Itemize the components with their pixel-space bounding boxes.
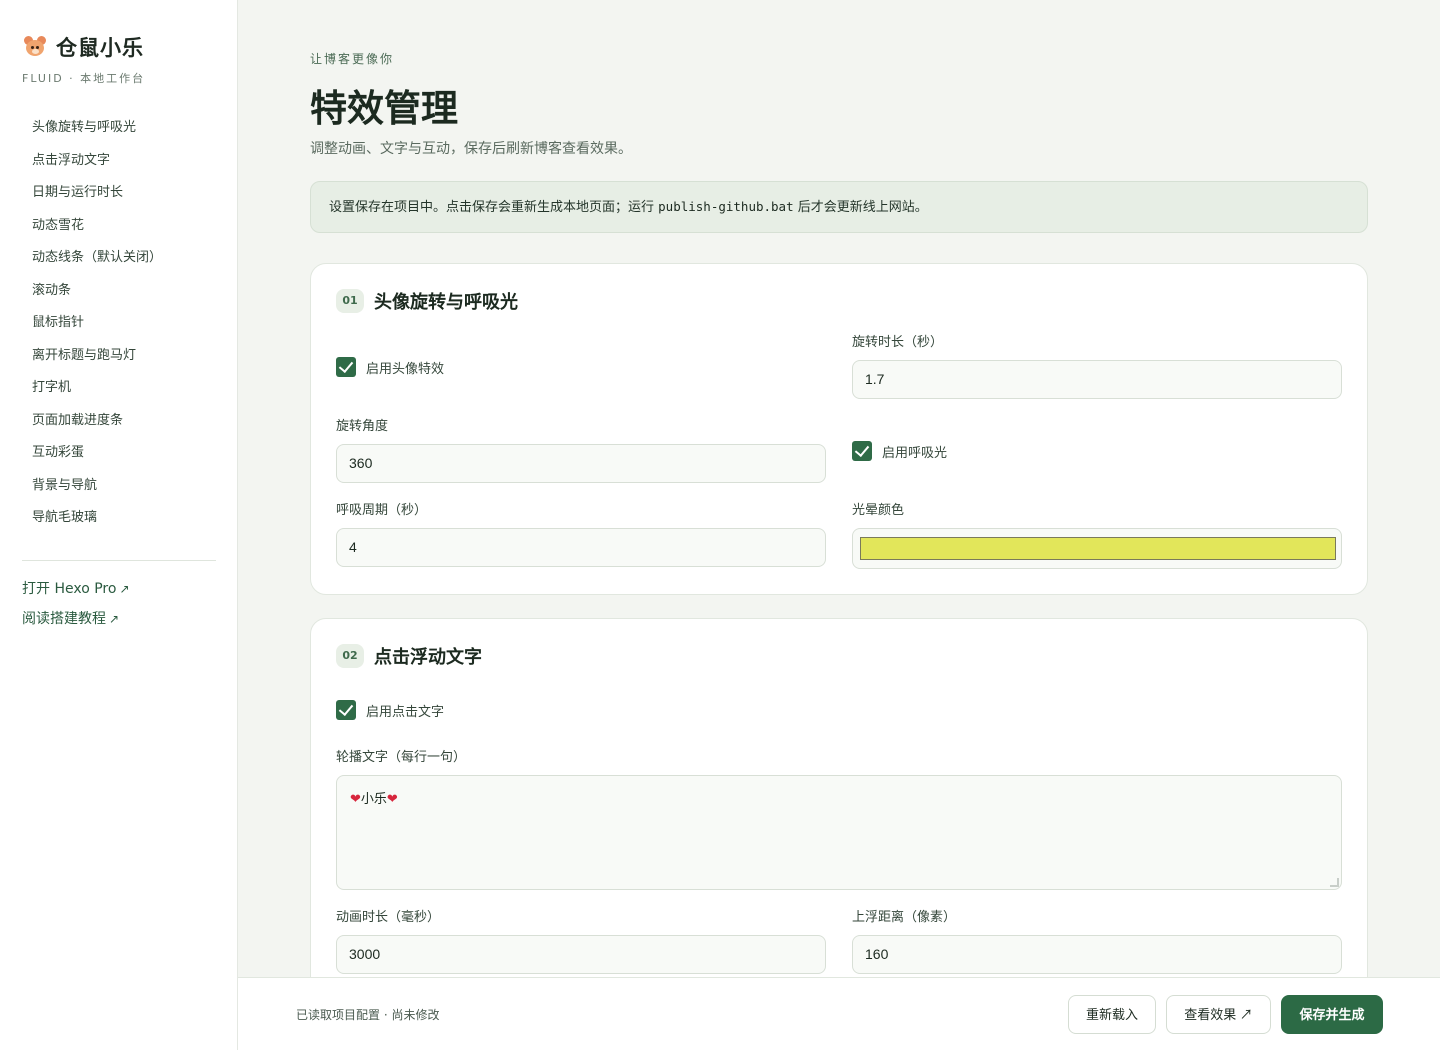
breath-period-field: 呼吸周期（秒） 4 <box>336 503 826 567</box>
notice-text-after: 后才会更新线上网站。 <box>793 200 928 215</box>
brand-subtitle: FLUID · 本地工作台 <box>22 72 146 85</box>
breath-period-label: 呼吸周期（秒） <box>336 503 428 518</box>
enable-click-checkbox[interactable]: 启用点击文字 <box>336 700 444 720</box>
anim-duration-field: 动画时长（毫秒） 3000 <box>336 910 826 974</box>
rotate-angle-label: 旋转角度 <box>336 419 389 434</box>
info-notice: 设置保存在项目中。点击保存会重新生成本地页面；运行 publish-github… <box>310 181 1368 233</box>
read-tutorial-link[interactable]: 阅读搭建教程 ↗ <box>22 604 130 634</box>
hamster-logo-icon <box>22 34 48 60</box>
glow-color-swatch[interactable] <box>860 537 1336 560</box>
open-hexo-pro-link[interactable]: 打开 Hexo Pro ↗ <box>22 574 130 604</box>
sidebar-item-avatar[interactable]: 头像旋转与呼吸光 <box>32 112 162 145</box>
reload-button[interactable]: 重新载入 <box>1068 995 1156 1034</box>
rotate-angle-field: 旋转角度 360 <box>336 419 826 483</box>
sidebar-item-leave-title[interactable]: 离开标题与跑马灯 <box>32 340 162 373</box>
notice-code: publish-github.bat <box>658 199 794 214</box>
open-hexo-pro-label: 打开 Hexo Pro <box>22 581 117 597</box>
enable-breath-label: 启用呼吸光 <box>882 445 948 461</box>
sidebar-item-date-runtime[interactable]: 日期与运行时长 <box>32 177 162 210</box>
sidebar-item-lines[interactable]: 动态线条（默认关闭） <box>32 242 162 275</box>
sidebar-item-nav-glass[interactable]: 导航毛玻璃 <box>32 502 162 535</box>
rotate-duration-field: 旋转时长（秒） 1.7 <box>852 335 1342 399</box>
enable-click-label: 启用点击文字 <box>366 704 445 720</box>
section-number: 01 <box>336 289 364 313</box>
brand-name: 仓鼠小乐 <box>56 36 144 60</box>
read-tutorial-label: 阅读搭建教程 <box>22 611 106 627</box>
rotate-angle-input[interactable]: 360 <box>336 444 826 483</box>
sidebar-divider <box>22 560 216 561</box>
enable-avatar-checkbox[interactable]: 启用头像特效 <box>336 357 444 377</box>
external-links: 打开 Hexo Pro ↗ 阅读搭建教程 ↗ <box>22 574 130 634</box>
page-title: 特效管理 <box>310 87 458 130</box>
sidebar-item-background-nav[interactable]: 背景与导航 <box>32 470 162 503</box>
sidebar-item-typewriter[interactable]: 打字机 <box>32 372 162 405</box>
save-generate-button[interactable]: 保存并生成 <box>1281 995 1383 1034</box>
page-description: 调整动画、文字与互动，保存后刷新博客查看效果。 <box>310 141 632 157</box>
carousel-textarea[interactable]: ❤小乐❤ <box>336 775 1342 890</box>
sidebar-item-click-text[interactable]: 点击浮动文字 <box>32 145 162 178</box>
enable-avatar-label: 启用头像特效 <box>366 361 445 377</box>
heart-icon: ❤ <box>350 792 361 807</box>
float-distance-input[interactable]: 160 <box>852 935 1342 974</box>
notice-text-before: 设置保存在项目中。点击保存会重新生成本地页面；运行 <box>329 200 659 215</box>
rotate-duration-label: 旋转时长（秒） <box>852 335 944 350</box>
section-avatar: 01 头像旋转与呼吸光 启用头像特效 旋转时长（秒） 1.7 旋转角度 360 … <box>310 263 1368 595</box>
carousel-text-value: 小乐 <box>360 792 387 807</box>
sidebar-item-cursor[interactable]: 鼠标指针 <box>32 307 162 340</box>
enable-breath-checkbox[interactable]: 启用呼吸光 <box>852 441 947 461</box>
heart-icon: ❤ <box>386 792 398 807</box>
sidebar-item-snow[interactable]: 动态雪花 <box>32 210 162 243</box>
resize-grip-icon[interactable] <box>1330 878 1339 887</box>
section-number: 02 <box>336 644 364 668</box>
breath-period-input[interactable]: 4 <box>336 528 826 567</box>
status-text: 已读取项目配置 · 尚未修改 <box>296 1008 440 1022</box>
anim-duration-input[interactable]: 3000 <box>336 935 826 974</box>
float-distance-field: 上浮距离（像素） 160 <box>852 910 1342 974</box>
sidebar: 仓鼠小乐 FLUID · 本地工作台 头像旋转与呼吸光 点击浮动文字 日期与运行… <box>0 0 238 1050</box>
rotate-duration-input[interactable]: 1.7 <box>852 360 1342 399</box>
section-header: 02 点击浮动文字 <box>336 643 482 669</box>
glow-color-field: 光晕颜色 <box>852 503 1342 569</box>
checkbox-checked-icon[interactable] <box>852 441 872 461</box>
section-header: 01 头像旋转与呼吸光 <box>336 288 518 314</box>
external-link-icon: ↗ <box>109 612 120 626</box>
sidebar-item-scrollbar[interactable]: 滚动条 <box>32 275 162 308</box>
action-bar: 已读取项目配置 · 尚未修改 重新载入 查看效果 ↗ 保存并生成 <box>238 977 1440 1050</box>
section-title: 头像旋转与呼吸光 <box>374 292 518 313</box>
sidebar-item-easter-egg[interactable]: 互动彩蛋 <box>32 437 162 470</box>
anim-duration-label: 动画时长（毫秒） <box>336 910 441 925</box>
preview-button[interactable]: 查看效果 ↗ <box>1166 995 1271 1034</box>
external-link-icon: ↗ <box>119 582 130 596</box>
checkbox-checked-icon[interactable] <box>336 357 356 377</box>
section-click-text: 02 点击浮动文字 启用点击文字 轮播文字（每行一句） ❤小乐❤ 动画时长（毫秒… <box>310 618 1368 1038</box>
checkbox-checked-icon[interactable] <box>336 700 356 720</box>
carousel-text-label: 轮播文字（每行一句） <box>336 750 467 765</box>
glow-color-label: 光晕颜色 <box>852 503 905 518</box>
section-title: 点击浮动文字 <box>374 647 482 668</box>
glow-color-picker[interactable] <box>852 528 1342 569</box>
carousel-text-field: 轮播文字（每行一句） ❤小乐❤ <box>336 750 1342 890</box>
sidebar-item-progress-bar[interactable]: 页面加载进度条 <box>32 405 162 438</box>
page-eyebrow: 让博客更像你 <box>310 52 395 66</box>
float-distance-label: 上浮距离（像素） <box>852 910 957 925</box>
sidebar-nav: 头像旋转与呼吸光 点击浮动文字 日期与运行时长 动态雪花 动态线条（默认关闭） … <box>32 112 162 535</box>
brand: 仓鼠小乐 <box>22 32 144 62</box>
